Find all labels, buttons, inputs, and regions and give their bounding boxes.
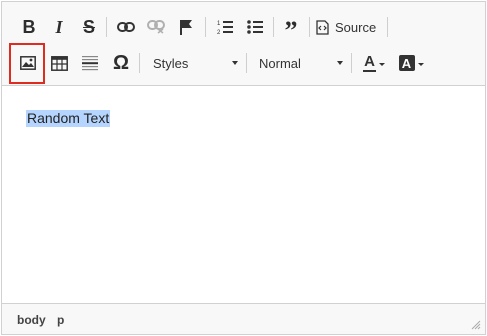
- text-color-button[interactable]: A: [359, 50, 389, 76]
- path-element-body[interactable]: body: [17, 313, 46, 327]
- toolbar-separator: [246, 53, 247, 73]
- toolbar-separator: [139, 53, 140, 73]
- strikethrough-button[interactable]: S: [78, 14, 100, 40]
- numbered-list-icon: 1 2: [217, 21, 233, 35]
- format-dropdown[interactable]: Normal: [259, 50, 343, 76]
- svg-text:2: 2: [217, 30, 221, 35]
- editor-content-area[interactable]: Random Text: [2, 87, 485, 303]
- quote-icon: ”: [284, 16, 298, 45]
- svg-text:1: 1: [217, 21, 221, 27]
- table-button[interactable]: [47, 50, 71, 76]
- italic-button[interactable]: I: [48, 14, 70, 40]
- text-color-icon: A: [363, 52, 376, 72]
- editor-toolbar: B I S 1 2 ” Source Ω Styles Normal A A: [2, 2, 485, 86]
- toolbar-separator: [351, 53, 352, 73]
- chevron-down-icon: [232, 61, 238, 65]
- styles-dropdown[interactable]: Styles: [153, 50, 238, 76]
- unlink-button[interactable]: [144, 14, 168, 40]
- link-button[interactable]: [114, 14, 138, 40]
- format-label: Normal: [259, 55, 301, 71]
- link-icon: [117, 22, 135, 32]
- background-color-icon: A: [398, 55, 415, 71]
- numbered-list-button[interactable]: 1 2: [213, 14, 237, 40]
- italic-icon: I: [55, 16, 63, 37]
- rich-text-editor: B I S 1 2 ” Source Ω Styles Normal A A R…: [1, 1, 486, 335]
- table-icon: [50, 55, 68, 71]
- background-color-button[interactable]: A: [395, 50, 427, 76]
- image-button-highlight: [9, 43, 45, 84]
- bold-icon: B: [22, 16, 36, 37]
- chevron-down-icon: [417, 62, 424, 66]
- selected-text[interactable]: Random Text: [26, 110, 111, 127]
- resize-grip-icon[interactable]: [471, 320, 481, 330]
- horizontal-rule-icon: [82, 56, 98, 71]
- source-label: Source: [335, 19, 377, 35]
- toolbar-separator: [309, 17, 310, 37]
- source-icon: [316, 19, 329, 35]
- bulleted-list-button[interactable]: [243, 14, 267, 40]
- strikethrough-icon: S: [82, 16, 95, 37]
- toolbar-separator: [106, 17, 107, 37]
- flag-icon: [180, 20, 192, 35]
- bold-button[interactable]: B: [18, 14, 40, 40]
- toolbar-separator: [273, 17, 274, 37]
- source-button[interactable]: Source: [316, 14, 382, 40]
- styles-label: Styles: [153, 55, 189, 71]
- horizontal-line-button[interactable]: [78, 50, 102, 76]
- unlink-icon: [147, 20, 165, 34]
- path-element-p[interactable]: p: [57, 313, 64, 327]
- blockquote-button[interactable]: ”: [279, 14, 303, 44]
- toolbar-separator: [387, 17, 388, 37]
- chevron-down-icon: [379, 62, 385, 66]
- chevron-down-icon: [337, 61, 343, 65]
- editor-status-bar: body p: [2, 303, 485, 334]
- bulleted-list-icon: [247, 20, 263, 34]
- anchor-button[interactable]: [174, 14, 198, 40]
- toolbar-separator: [205, 17, 206, 37]
- special-character-button[interactable]: Ω: [109, 50, 133, 76]
- omega-icon: Ω: [112, 51, 130, 74]
